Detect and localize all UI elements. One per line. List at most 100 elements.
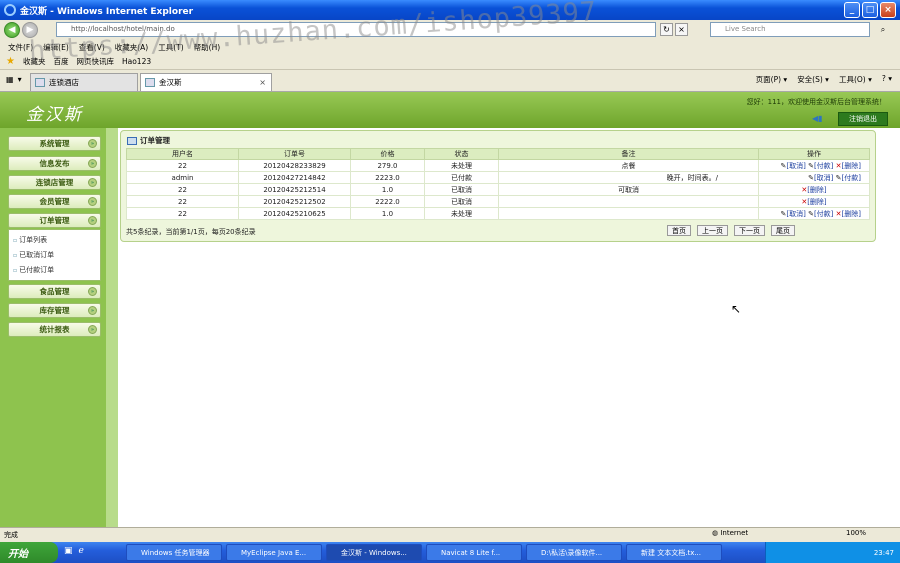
col-ops: 操作 [758, 148, 870, 160]
pay-link[interactable]: [付款] [814, 162, 833, 170]
sidebar-item-system[interactable]: 系统管理» [8, 136, 101, 151]
sidebar-item-orders[interactable]: 订单管理» [8, 213, 101, 228]
chevron-icon: » [88, 197, 97, 206]
cell-user: 22 [126, 207, 239, 220]
pay-link[interactable]: [付款] [814, 210, 833, 218]
sidebar-item-reports[interactable]: 统计报表» [8, 322, 101, 337]
cell-price: 1.0 [350, 207, 425, 220]
task-ie[interactable]: 金汉斯 - Windows... [326, 544, 422, 561]
cell-note [498, 207, 759, 220]
logout-button[interactable]: 注销退出 [838, 112, 888, 126]
sidebar-item-food[interactable]: 食品管理» [8, 284, 101, 299]
collapse-arrow-icon[interactable]: ◀▮ [812, 114, 830, 124]
cmd-page[interactable]: 页面(P) ▾ [756, 74, 788, 85]
sidebar-divider[interactable] [106, 128, 118, 527]
col-status: 状态 [424, 148, 499, 160]
sidebar-item-stock[interactable]: 库存管理» [8, 303, 101, 318]
start-button[interactable]: 开始 [0, 542, 58, 563]
cell-ops: ✕[删除] [758, 183, 870, 196]
task-folder[interactable]: D:\私活\录像软件... [526, 544, 622, 561]
chevron-icon: » [88, 325, 97, 334]
close-tab-icon[interactable]: × [259, 78, 266, 87]
cell-status: 未处理 [424, 159, 499, 172]
task-taskmgr[interactable]: Windows 任务管理器 [126, 544, 222, 561]
pay-link[interactable]: [付款] [842, 174, 861, 182]
delete-link[interactable]: [删除] [842, 162, 861, 170]
search-icon[interactable]: ⌕ [872, 23, 894, 36]
search-input[interactable]: Live Search [710, 22, 870, 37]
col-price: 价格 [350, 148, 425, 160]
security-zone: ◍ Internet [712, 529, 749, 537]
zoom-level[interactable]: 100% [846, 529, 866, 537]
maximize-button[interactable]: □ [862, 2, 878, 18]
cell-user: admin [126, 171, 239, 184]
cancel-link[interactable]: [取消] [814, 174, 833, 182]
cmd-safety[interactable]: 安全(S) ▾ [797, 74, 829, 85]
app-header: 金汉斯 您好：111，欢迎使用金汉斯后台管理系统！ ◀▮ 注销退出 [0, 92, 900, 128]
delete-link[interactable]: [删除] [842, 210, 861, 218]
submenu-cancelled[interactable]: 已取消订单 [13, 250, 54, 260]
table-row: admin 20120427214842 2223.0 已付款 晚开，时间表。/ ✎[取… [126, 171, 870, 184]
desktop-icon[interactable]: ▣ [64, 546, 73, 556]
col-note: 备注 [498, 148, 759, 160]
cell-ops: ✎[取消] ✎[付款] ✕[删除] [758, 207, 870, 220]
submenu-order-list[interactable]: 订单列表 [13, 235, 47, 245]
cell-status: 已付款 [424, 171, 499, 184]
delete-link[interactable]: [删除] [807, 186, 826, 194]
cell-note: 可取消 [498, 183, 759, 196]
cancel-link[interactable]: [取消] [786, 210, 805, 218]
ie-quick-icon[interactable]: ℯ [79, 546, 84, 556]
next-page-button[interactable]: 下一页 [734, 225, 765, 236]
page-icon [35, 78, 45, 87]
cancel-link[interactable]: [取消] [786, 162, 805, 170]
cmd-help[interactable]: ? ▾ [882, 74, 892, 85]
col-user: 用户名 [126, 148, 239, 160]
task-myeclipse[interactable]: MyEclipse Java E... [226, 544, 322, 561]
chevron-icon: » [88, 287, 97, 296]
sidebar-item-stores[interactable]: 连锁店管理» [8, 175, 101, 190]
cell-note [498, 195, 759, 208]
status-text: 完成 [4, 531, 18, 539]
cell-ops: ✕[删除] [758, 195, 870, 208]
tab-hotel[interactable]: 连锁酒店 [30, 73, 138, 91]
cmd-tools[interactable]: 工具(O) ▾ [839, 74, 872, 85]
logo: 金汉斯 [26, 105, 83, 125]
cell-status: 已取消 [424, 195, 499, 208]
tab-list-icon[interactable]: ▾ [18, 75, 22, 84]
task-notepad[interactable]: 新建 文本文档.tx... [626, 544, 722, 561]
minimize-button[interactable]: _ [844, 2, 860, 18]
taskbar: 开始 ▣ ℯ Windows 任务管理器 MyEclipse Java E... … [0, 542, 900, 563]
task-navicat[interactable]: Navicat 8 Lite f... [426, 544, 522, 561]
cell-price: 2222.0 [350, 195, 425, 208]
table-row: 22 20120425212514 1.0 已取消 可取消 ✕[删除] [126, 183, 870, 196]
cell-note: 点餐 [498, 159, 759, 172]
back-button[interactable]: ◀ [4, 22, 20, 38]
cell-status: 未处理 [424, 207, 499, 220]
clock[interactable]: 23:47 [874, 549, 894, 557]
table-row: 22 20120425212502 2222.0 已取消 ✕[删除] [126, 195, 870, 208]
stop-button[interactable]: × [675, 23, 688, 36]
first-page-button[interactable]: 首页 [667, 225, 691, 236]
table-row: 22 20120425210625 1.0 未处理 ✎[取消] ✎[付款] ✕[删除] [126, 207, 870, 220]
cell-ops: ✎[取消] ✎[付款] [758, 171, 870, 184]
refresh-button[interactable]: ↻ [660, 23, 673, 36]
sidebar-item-members[interactable]: 会员管理» [8, 194, 101, 209]
cell-order: 20120425210625 [238, 207, 351, 220]
status-bar: 完成 ◍ Internet 100% [0, 527, 900, 542]
sidebar-item-info[interactable]: 信息发布» [8, 156, 101, 171]
order-panel: 订单管理 用户名 订单号 价格 状态 备注 操作 22 2012042823382… [120, 130, 876, 242]
quick-tabs-icon[interactable]: ▦ [6, 75, 14, 84]
quick-launch: ▣ ℯ [64, 546, 84, 556]
welcome-text: 您好：111，欢迎使用金汉斯后台管理系统！ [746, 98, 886, 106]
pagination-summary: 共5条纪录，当前第1/1页，每页20条纪录 [126, 228, 256, 236]
prev-page-button[interactable]: 上一页 [697, 225, 728, 236]
cell-order: 20120428233829 [238, 159, 351, 172]
delete-link[interactable]: [删除] [807, 198, 826, 206]
tab-jinhansi[interactable]: 金汉斯 × [140, 73, 272, 91]
cell-user: 22 [126, 183, 239, 196]
last-page-button[interactable]: 尾页 [771, 225, 795, 236]
table-icon [127, 136, 137, 145]
submenu-paid[interactable]: 已付款订单 [13, 265, 54, 275]
cell-price: 2223.0 [350, 171, 425, 184]
close-button[interactable]: × [880, 2, 896, 18]
